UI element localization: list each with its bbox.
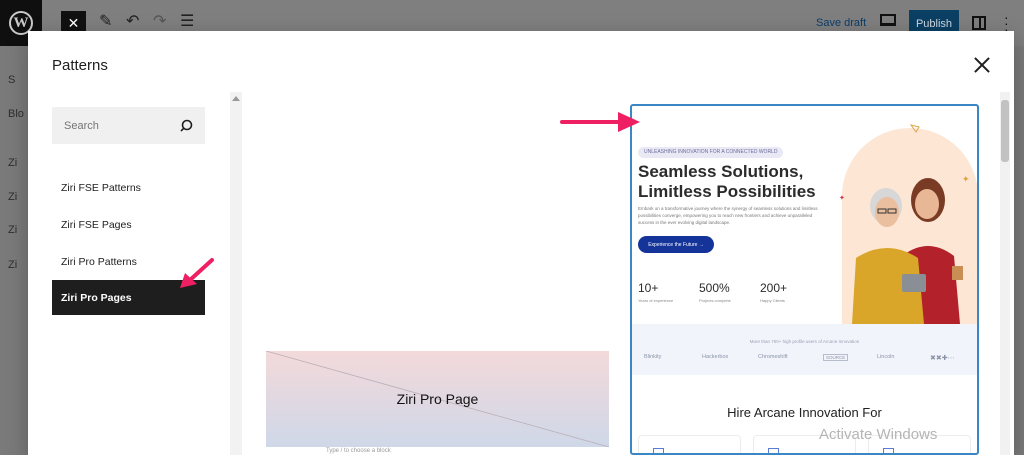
sparkle-icon: ✦ — [839, 195, 845, 202]
scrollbar-thumb[interactable] — [1001, 100, 1009, 162]
decorative-flag-icon — [910, 124, 920, 133]
service-card — [638, 435, 741, 453]
section-title: Hire Arcane Innovation For — [727, 405, 882, 420]
close-modal-icon[interactable] — [972, 55, 992, 75]
undo-icon[interactable]: ↶ — [126, 12, 139, 32]
stat-value: 500% — [699, 281, 730, 295]
service-icon — [768, 448, 779, 453]
pattern-grid: Ziri Pro Page Type / to choose a block ✦… — [242, 92, 1002, 455]
ghost-text: Zi — [8, 157, 18, 169]
ghost-text: Zi — [8, 191, 18, 203]
windows-activation-watermark: Activate Windows — [819, 426, 938, 443]
stat-value: 10+ — [638, 281, 659, 295]
logo-strip: More than 750+ high profile users of Arc… — [632, 324, 977, 375]
pattern-grid-scrollbar[interactable] — [1000, 92, 1010, 455]
sparkle-icon: ✦ — [962, 174, 970, 184]
service-icon — [653, 448, 664, 453]
service-icon — [883, 448, 894, 453]
category-ziri-fse-patterns[interactable]: Ziri FSE Patterns — [52, 170, 205, 205]
placeholder-title: Ziri Pro Page — [396, 391, 479, 407]
ghost-text: Blo — [8, 108, 24, 120]
category-ziri-fse-pages[interactable]: Ziri FSE Pages — [52, 207, 205, 242]
scroll-up-arrow-icon[interactable] — [232, 96, 240, 101]
hero-body: Embark on a transformative journey where… — [638, 206, 818, 225]
pencil-icon[interactable]: ✎ — [99, 12, 112, 32]
search-icon[interactable] — [180, 118, 196, 134]
client-logo: Hackerbox — [702, 354, 729, 360]
category-ziri-pro-pages[interactable]: Ziri Pro Pages — [52, 280, 205, 315]
more-options-icon[interactable]: · · · — [1004, 10, 1009, 36]
stat-label: Happy Clients — [760, 298, 785, 303]
hero-cta-button: Experience the Future → — [638, 236, 714, 253]
category-ziri-pro-patterns[interactable]: Ziri Pro Patterns — [52, 244, 205, 279]
stat-item: 500% Projects complete — [699, 281, 731, 303]
inserter-panel-background: S Blo Zi Zi Zi Zi — [0, 46, 28, 455]
client-logo: ✖✖✚⋯ — [930, 355, 955, 362]
stat-item: 200+ Happy Clients — [760, 281, 787, 303]
client-logo: Blinkity — [644, 354, 662, 360]
patterns-modal: Patterns Ziri FSE Patterns Ziri FSE Page… — [28, 31, 1014, 455]
stat-value: 200+ — [760, 281, 788, 295]
pattern-card-placeholder[interactable]: Ziri Pro Page — [266, 351, 609, 447]
save-draft-button[interactable]: Save draft — [816, 17, 866, 29]
ghost-text: Zi — [8, 224, 18, 236]
hero-badge: UNLEASHING INNOVATION FOR A CONNECTED WO… — [638, 147, 784, 158]
modal-title: Patterns — [52, 57, 108, 74]
settings-sidebar-icon[interactable] — [972, 16, 986, 30]
client-logo: SOURCE — [823, 354, 849, 361]
pattern-card-preview[interactable]: ✦ ✦ UNLEASHING INNOVATION FOR A CONNECTE… — [630, 104, 979, 455]
client-logo: Lincoln — [877, 354, 895, 360]
hero-people-image — [852, 178, 963, 324]
redo-icon[interactable]: ↷ — [153, 12, 166, 32]
preview-device-icon[interactable] — [880, 14, 896, 26]
ghost-text: Zi — [8, 259, 18, 271]
logo-strip-caption: More than 750+ high profile users of Arc… — [749, 339, 860, 344]
stat-label: Years of experience — [638, 298, 674, 303]
stat-label: Projects complete — [699, 298, 731, 303]
placeholder-hint: Type / to choose a block — [326, 448, 391, 454]
client-logo: Chromeshift — [758, 354, 788, 360]
category-scrollbar[interactable] — [230, 92, 242, 455]
editor-right-background — [1014, 46, 1024, 455]
search-box — [52, 107, 205, 144]
search-input[interactable] — [52, 107, 177, 144]
hero-heading: Seamless Solutions, Limitless Possibilit… — [638, 162, 816, 201]
list-view-icon[interactable]: ☰ — [180, 12, 194, 32]
stat-item: 10+ Years of experience — [638, 281, 673, 303]
ghost-text: S — [8, 74, 16, 86]
